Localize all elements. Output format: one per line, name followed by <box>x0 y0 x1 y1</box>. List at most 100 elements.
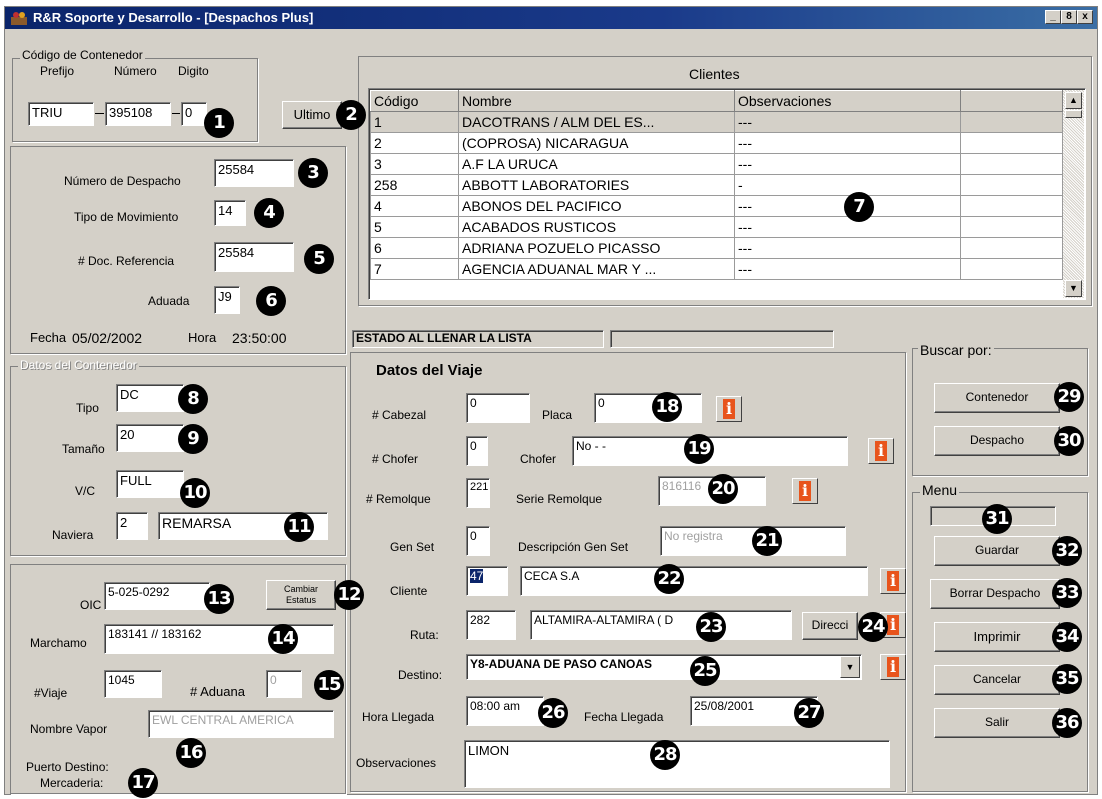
col-codigo[interactable]: Código <box>370 90 459 112</box>
remolque-input[interactable]: 221 <box>466 478 490 508</box>
destino-info-button[interactable]: i <box>880 654 906 680</box>
status-box: ESTADO AL LLENAR LA LISTA <box>352 330 604 348</box>
remolque-info-button[interactable]: i <box>792 478 818 504</box>
table-row[interactable]: 3 A.F LA URUCA --- <box>370 153 1063 175</box>
client-extra-cell[interactable] <box>960 111 1063 133</box>
hora-llegada-input[interactable]: 08:00 am <box>466 696 544 726</box>
client-obs-cell[interactable]: --- <box>734 258 961 280</box>
ruta-code-input[interactable]: 282 <box>466 610 516 640</box>
tamano-input[interactable]: 20 <box>116 424 184 452</box>
client-obs-cell[interactable]: --- <box>734 111 961 133</box>
client-extra-cell[interactable] <box>960 237 1063 259</box>
guardar-button[interactable]: Guardar <box>934 536 1060 566</box>
client-code-cell[interactable]: 258 <box>370 174 459 196</box>
table-row[interactable]: 1 DACOTRANS / ALM DEL ES... --- <box>370 111 1063 133</box>
buscar-despacho-button[interactable]: Despacho <box>934 426 1060 456</box>
placa-input[interactable]: 0 <box>594 393 702 423</box>
client-code-cell[interactable]: 7 <box>370 258 459 280</box>
client-name-cell[interactable]: ABBOTT LABORATORIES <box>458 174 735 196</box>
ultimo-button[interactable]: Ultimo <box>282 101 342 129</box>
restore-button[interactable]: 8 <box>1061 10 1077 24</box>
client-obs-cell[interactable]: --- <box>734 132 961 154</box>
chevron-down-icon[interactable]: ▼ <box>840 656 860 678</box>
separator-dash <box>95 113 104 114</box>
menu-legend: Menu <box>920 482 960 498</box>
naviera-code-input[interactable]: 2 <box>116 512 148 540</box>
scroll-up-button[interactable]: ▲ <box>1065 92 1082 109</box>
client-extra-cell[interactable] <box>960 174 1063 196</box>
client-name-cell[interactable]: DACOTRANS / ALM DEL ES... <box>458 111 735 133</box>
client-code-cell[interactable]: 2 <box>370 132 459 154</box>
viaje-input[interactable]: 1045 <box>104 670 162 698</box>
scroll-down-button[interactable]: ▼ <box>1065 280 1082 297</box>
cambiar-estatus-button[interactable]: Cambiar Estatus <box>266 580 336 610</box>
client-obs-cell[interactable]: --- <box>734 216 961 238</box>
client-name-cell[interactable]: ADRIANA POZUELO PICASSO <box>458 237 735 259</box>
col-observaciones[interactable]: Observaciones <box>734 90 961 112</box>
chofer-num-input[interactable]: 0 <box>466 436 488 466</box>
nombre-vapor-input[interactable]: EWL CENTRAL AMERICA <box>148 710 334 738</box>
oic-input[interactable]: 5-025-0292 <box>104 582 210 610</box>
cliente-name-input[interactable]: CECA S.A <box>520 566 868 596</box>
table-row[interactable]: 7 AGENCIA ADUANAL MAR Y ... --- <box>370 258 1063 280</box>
salir-button[interactable]: Salir <box>934 708 1060 738</box>
client-obs-cell[interactable]: --- <box>734 153 961 175</box>
chofer-label: Chofer <box>520 452 557 466</box>
client-extra-cell[interactable] <box>960 195 1063 217</box>
col-extra[interactable] <box>960 90 1063 112</box>
prefix-input[interactable]: TRIU <box>28 102 94 126</box>
scroll-thumb[interactable] <box>1065 110 1082 118</box>
info-icon: i <box>875 441 887 461</box>
buscar-contenedor-button[interactable]: Contenedor <box>934 383 1060 413</box>
col-nombre[interactable]: Nombre <box>458 90 735 112</box>
doc-referencia-input[interactable]: 25584 <box>214 242 294 272</box>
aduana-input[interactable]: J9 <box>214 286 240 314</box>
hora-value: 23:50:00 <box>232 330 287 346</box>
client-extra-cell[interactable] <box>960 216 1063 238</box>
chofer-info-button[interactable]: i <box>868 438 894 464</box>
cliente-info-button[interactable]: i <box>880 568 906 594</box>
ruta-name-input[interactable]: ALTAMIRA-ALTAMIRA ( DO ) <box>530 610 792 640</box>
client-extra-cell[interactable] <box>960 132 1063 154</box>
client-name-cell[interactable]: (COPROSA) NICARAGUA <box>458 132 735 154</box>
client-code-cell[interactable]: 5 <box>370 216 459 238</box>
imprimir-button[interactable]: Imprimir <box>934 622 1060 652</box>
cabezal-input[interactable]: 0 <box>466 393 530 423</box>
aduana-num-input[interactable]: 0 <box>266 670 302 698</box>
client-extra-cell[interactable] <box>960 153 1063 175</box>
vc-input[interactable]: FULL <box>116 470 184 498</box>
direccion-button[interactable]: Direcci <box>802 612 858 640</box>
cancelar-button[interactable]: Cancelar <box>934 665 1060 695</box>
marchamo-input[interactable]: 183141 // 183162 <box>104 624 334 654</box>
tipo-movimiento-input[interactable]: 14 <box>214 200 246 226</box>
placa-info-button[interactable]: i <box>716 396 742 422</box>
callout-9: 9 <box>178 424 208 454</box>
clients-header-row: Código Nombre Observaciones <box>370 90 1063 112</box>
genset-input[interactable]: 0 <box>466 526 490 556</box>
client-obs-cell[interactable]: - <box>734 174 961 196</box>
table-row[interactable]: 258 ABBOTT LABORATORIES - <box>370 174 1063 196</box>
tipo-input[interactable]: DC <box>116 384 184 412</box>
client-name-cell[interactable]: A.F LA URUCA <box>458 153 735 175</box>
client-code-cell[interactable]: 3 <box>370 153 459 175</box>
table-row[interactable]: 4 ABONOS DEL PACIFICO --- <box>370 195 1063 217</box>
client-code-cell[interactable]: 4 <box>370 195 459 217</box>
borrar-despacho-button[interactable]: Borrar Despacho <box>930 579 1060 609</box>
client-obs-cell[interactable]: --- <box>734 237 961 259</box>
number-input[interactable]: 395108 <box>105 102 171 126</box>
client-name-cell[interactable]: AGENCIA ADUANAL MAR Y ... <box>458 258 735 280</box>
table-row[interactable]: 5 ACABADOS RUSTICOS --- <box>370 216 1063 238</box>
client-name-cell[interactable]: ACABADOS RUSTICOS <box>458 216 735 238</box>
client-code-cell[interactable]: 1 <box>370 111 459 133</box>
destino-select[interactable]: Y8-ADUANA DE PASO CANOAS <box>466 654 862 680</box>
client-name-cell[interactable]: ABONOS DEL PACIFICO <box>458 195 735 217</box>
close-button[interactable]: x <box>1077 10 1093 24</box>
client-code-cell[interactable]: 6 <box>370 237 459 259</box>
table-row[interactable]: 6 ADRIANA POZUELO PICASSO --- <box>370 237 1063 259</box>
table-row[interactable]: 2 (COPROSA) NICARAGUA --- <box>370 132 1063 154</box>
client-extra-cell[interactable] <box>960 258 1063 280</box>
cliente-code-input[interactable]: 47 <box>466 566 508 596</box>
minimize-button[interactable]: _ <box>1045 10 1061 24</box>
clients-scrollbar[interactable] <box>1063 90 1084 298</box>
numero-despacho-input[interactable]: 25584 <box>214 159 294 187</box>
